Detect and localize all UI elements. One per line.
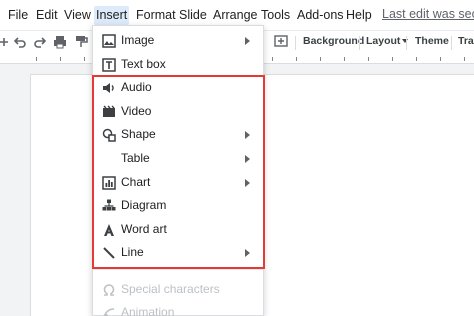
background-button[interactable]: Background [303, 35, 364, 47]
ruler-tick [272, 57, 273, 61]
line-icon [103, 247, 115, 259]
menu-format[interactable]: Format [134, 6, 178, 25]
insert-video-item[interactable]: Video [93, 101, 263, 123]
ruler-tick [416, 57, 417, 61]
ruler-tick [464, 57, 465, 61]
insert-shape-item[interactable]: Shape [93, 124, 263, 146]
submenu-arrow-icon [245, 155, 250, 163]
insert-text-box-item[interactable]: Text box [93, 54, 263, 76]
insert-chart-item[interactable]: Chart [93, 172, 263, 194]
text-box-icon [102, 58, 116, 72]
insert-diagram-item[interactable]: Diagram [93, 195, 263, 217]
insert-line-item[interactable]: Line [93, 242, 263, 264]
theme-button[interactable]: Theme [415, 35, 449, 47]
undo-icon[interactable] [12, 34, 28, 50]
insert-table-item[interactable]: Table [93, 148, 263, 170]
submenu-arrow-icon [245, 179, 250, 187]
video-icon [103, 105, 115, 117]
menu-item-label: Chart [121, 175, 151, 189]
menu-item-label: Video [121, 104, 152, 118]
layout-label: Layout [366, 35, 401, 47]
menu-item-label: Image [121, 33, 155, 47]
image-icon [102, 34, 116, 48]
menu-item-label: Shape [121, 127, 156, 141]
animation-icon [103, 308, 115, 316]
last-edit-link[interactable]: Last edit was seco [382, 7, 474, 21]
add-icon[interactable] [0, 34, 12, 50]
ruler-tick [296, 57, 297, 61]
menu-slide[interactable]: Slide [177, 6, 209, 25]
print-icon[interactable] [52, 34, 68, 50]
ruler-tick [60, 57, 61, 61]
insert-image-item[interactable]: Image [93, 30, 263, 52]
menu-tools[interactable]: Tools [259, 6, 292, 25]
submenu-arrow-icon [245, 37, 250, 45]
menu-edit[interactable]: Edit [34, 6, 60, 25]
ruler-tick [344, 57, 345, 61]
menu-divider [93, 269, 263, 270]
insert-special-characters-item: Special characters [93, 279, 263, 301]
ruler-tick [36, 57, 37, 61]
omega-icon [103, 284, 115, 296]
menu-item-label: Animation [121, 305, 175, 316]
ruler-tick [84, 57, 85, 61]
menu-help[interactable]: Help [344, 6, 374, 25]
menu-item-label: Word art [121, 222, 167, 236]
toolbar-divider [406, 36, 407, 50]
toolbar-divider [359, 36, 360, 50]
comment-add-icon[interactable] [273, 34, 289, 50]
menu-item-label: Special characters [121, 282, 220, 296]
audio-icon [103, 83, 114, 93]
ruler-tick [368, 57, 369, 61]
menu-add-ons[interactable]: Add-ons [295, 6, 346, 25]
shape-icon [102, 128, 116, 142]
ruler-tick [440, 57, 441, 61]
insert-word-art-item[interactable]: Word art [93, 219, 263, 241]
toolbar-divider [295, 36, 296, 50]
menu-item-label: Text box [121, 57, 166, 71]
layout-button[interactable]: Layout [366, 35, 409, 47]
redo-icon[interactable] [32, 34, 48, 50]
transition-button[interactable]: Tran [458, 35, 474, 47]
word-art-icon [104, 224, 114, 236]
diagram-icon [102, 199, 116, 211]
ruler-tick [392, 57, 393, 61]
toolbar-divider [451, 36, 452, 50]
menu-item-label: Table [121, 151, 150, 165]
menu-view[interactable]: View [62, 6, 93, 25]
menu-item-label: Line [121, 245, 144, 259]
menu-item-label: Audio [121, 80, 152, 94]
ruler-tick [320, 57, 321, 61]
menu-file[interactable]: File [6, 6, 30, 25]
insert-audio-item[interactable]: Audio [93, 77, 263, 99]
insert-menu: Image Text box Audio Video Shape Table C… [92, 25, 264, 316]
menu-item-label: Diagram [121, 198, 167, 212]
menu-arrange[interactable]: Arrange [211, 6, 259, 25]
chart-icon [102, 176, 116, 190]
submenu-arrow-icon [245, 249, 250, 257]
filmstrip-edge [0, 64, 30, 316]
submenu-arrow-icon [245, 131, 250, 139]
paint-format-icon[interactable] [73, 34, 89, 50]
menu-insert[interactable]: Insert [94, 6, 130, 25]
insert-animation-item: Animation [93, 302, 263, 316]
